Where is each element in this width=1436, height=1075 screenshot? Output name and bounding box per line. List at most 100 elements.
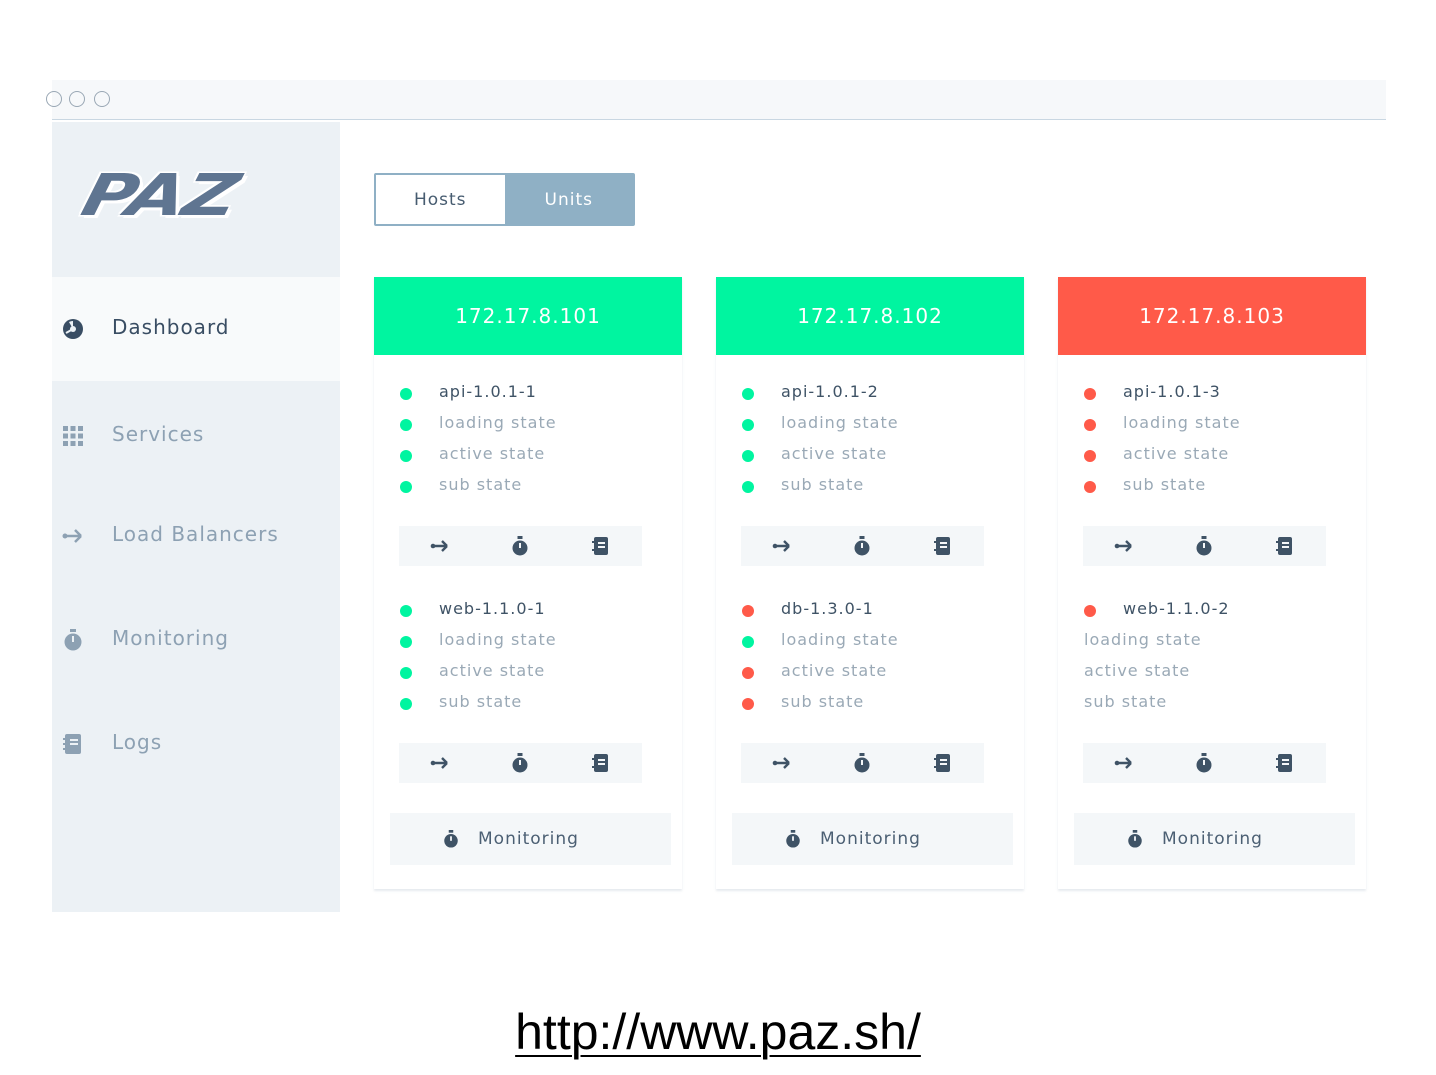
load-balancer-icon[interactable] (772, 753, 792, 773)
unit-state-row: sub state (1058, 475, 1358, 499)
unit-state-label: active state (1123, 444, 1230, 463)
unit-name: api-1.0.1-3 (1123, 382, 1221, 401)
stopwatch-icon (64, 629, 82, 651)
stopwatch-icon (784, 830, 802, 848)
unit-block: web-1.1.0-2 loading state active state sub … (1058, 599, 1366, 783)
host-ip-header[interactable]: 172.17.8.103 (1058, 277, 1366, 355)
stopwatch-icon[interactable] (1194, 753, 1214, 773)
window-close-button[interactable] (46, 91, 62, 107)
window-zoom-button[interactable] (94, 91, 110, 107)
unit-state-label: sub state (781, 692, 865, 711)
stopwatch-icon[interactable] (852, 536, 872, 556)
unit-state-label: loading state (439, 413, 557, 432)
sidebar-item-load-balancers[interactable]: Load Balancers (52, 484, 340, 588)
status-dot (1084, 450, 1096, 462)
monitoring-button[interactable]: Monitoring (732, 813, 1013, 865)
unit-state-row: active state (716, 444, 1016, 468)
logs-icon[interactable] (591, 536, 611, 556)
status-dot (400, 419, 412, 431)
unit-state-label: sub state (1084, 692, 1168, 711)
logs-icon[interactable] (591, 753, 611, 773)
unit-state-label: active state (781, 661, 888, 680)
unit-state-label: loading state (1084, 630, 1202, 649)
sidebar: PAZ Dashboard Services Load Balancers Mo… (52, 122, 340, 912)
unit-state-row: active state (374, 661, 674, 685)
logs-icon[interactable] (933, 753, 953, 773)
unit-state-label: loading state (781, 413, 899, 432)
status-dot (742, 419, 754, 431)
monitoring-button-label: Monitoring (1162, 829, 1263, 849)
unit-actions-bar (1083, 743, 1326, 783)
unit-block: api-1.0.1-1 loading state active state sub … (374, 382, 682, 566)
sidebar-item-services[interactable]: Services (52, 384, 340, 488)
stopwatch-icon[interactable] (1194, 536, 1214, 556)
monitoring-button-label: Monitoring (820, 829, 921, 849)
unit-state-row: sub state (716, 692, 1016, 716)
unit-state-label: active state (439, 661, 546, 680)
unit-actions-bar (741, 526, 984, 566)
unit-block: api-1.0.1-3 loading state active state sub … (1058, 382, 1366, 566)
status-dot (400, 605, 412, 617)
status-dot (1084, 481, 1096, 493)
unit-actions-bar (741, 743, 984, 783)
sidebar-item-dashboard[interactable]: Dashboard (52, 277, 340, 381)
paz-logo[interactable]: PAZ (75, 162, 244, 229)
hosts-tab[interactable]: Hosts (376, 175, 505, 224)
load-balancer-icon[interactable] (430, 753, 450, 773)
status-dot (742, 481, 754, 493)
logs-icon[interactable] (933, 536, 953, 556)
monitoring-button[interactable]: Monitoring (390, 813, 671, 865)
stopwatch-icon[interactable] (510, 753, 530, 773)
stopwatch-icon (442, 830, 460, 848)
sidebar-item-monitoring[interactable]: Monitoring (52, 588, 340, 692)
unit-name: api-1.0.1-2 (781, 382, 879, 401)
status-dot (400, 698, 412, 710)
sidebar-item-label: Monitoring (112, 626, 229, 650)
unit-state-label: active state (1084, 661, 1191, 680)
status-dot (400, 450, 412, 462)
sidebar-item-logs[interactable]: Logs (52, 692, 340, 796)
logs-icon[interactable] (1275, 753, 1295, 773)
footer-url-link[interactable]: http://www.paz.sh/ (0, 1003, 1436, 1061)
host-card: 172.17.8.101 api-1.0.1-1 loading state acti… (374, 277, 682, 889)
load-balancer-icon[interactable] (430, 536, 450, 556)
load-balancer-icon[interactable] (1114, 753, 1134, 773)
logs-icon[interactable] (1275, 536, 1295, 556)
unit-block: api-1.0.1-2 loading state active state sub … (716, 382, 1024, 566)
unit-state-label: loading state (439, 630, 557, 649)
unit-state-row: sub state (716, 475, 1016, 499)
host-card: 172.17.8.103 api-1.0.1-3 loading state acti… (1058, 277, 1366, 889)
unit-block: web-1.1.0-1 loading state active state sub … (374, 599, 682, 783)
host-ip-header[interactable]: 172.17.8.101 (374, 277, 682, 355)
logo-area: PAZ (52, 122, 340, 277)
unit-state-row: sub state (374, 475, 674, 499)
stopwatch-icon[interactable] (852, 753, 872, 773)
unit-state-row: active state (1058, 444, 1358, 468)
unit-name-row: web-1.1.0-1 (374, 599, 674, 623)
unit-state-row: sub state (374, 692, 674, 716)
monitoring-button-label: Monitoring (478, 829, 579, 849)
status-dot (742, 698, 754, 710)
unit-state-label: loading state (1123, 413, 1241, 432)
unit-name-row: api-1.0.1-2 (716, 382, 1016, 406)
unit-state-row: active state (1058, 661, 1358, 685)
units-tab[interactable]: Units (504, 175, 633, 224)
unit-actions-bar (1083, 526, 1326, 566)
unit-state-row: loading state (716, 630, 1016, 654)
unit-state-row: loading state (374, 630, 674, 654)
unit-state-label: sub state (1123, 475, 1207, 494)
status-dot (1084, 388, 1096, 400)
stopwatch-icon (1126, 830, 1144, 848)
sidebar-item-label: Logs (112, 730, 163, 754)
monitoring-button[interactable]: Monitoring (1074, 813, 1355, 865)
sidebar-item-label: Dashboard (112, 315, 230, 339)
window-minimize-button[interactable] (69, 91, 85, 107)
status-dot (400, 636, 412, 648)
load-balancer-icon[interactable] (1114, 536, 1134, 556)
host-ip-header[interactable]: 172.17.8.102 (716, 277, 1024, 355)
status-dot (742, 388, 754, 400)
stopwatch-icon[interactable] (510, 536, 530, 556)
load-balancer-icon[interactable] (772, 536, 792, 556)
unit-state-label: sub state (781, 475, 865, 494)
unit-state-label: loading state (781, 630, 899, 649)
